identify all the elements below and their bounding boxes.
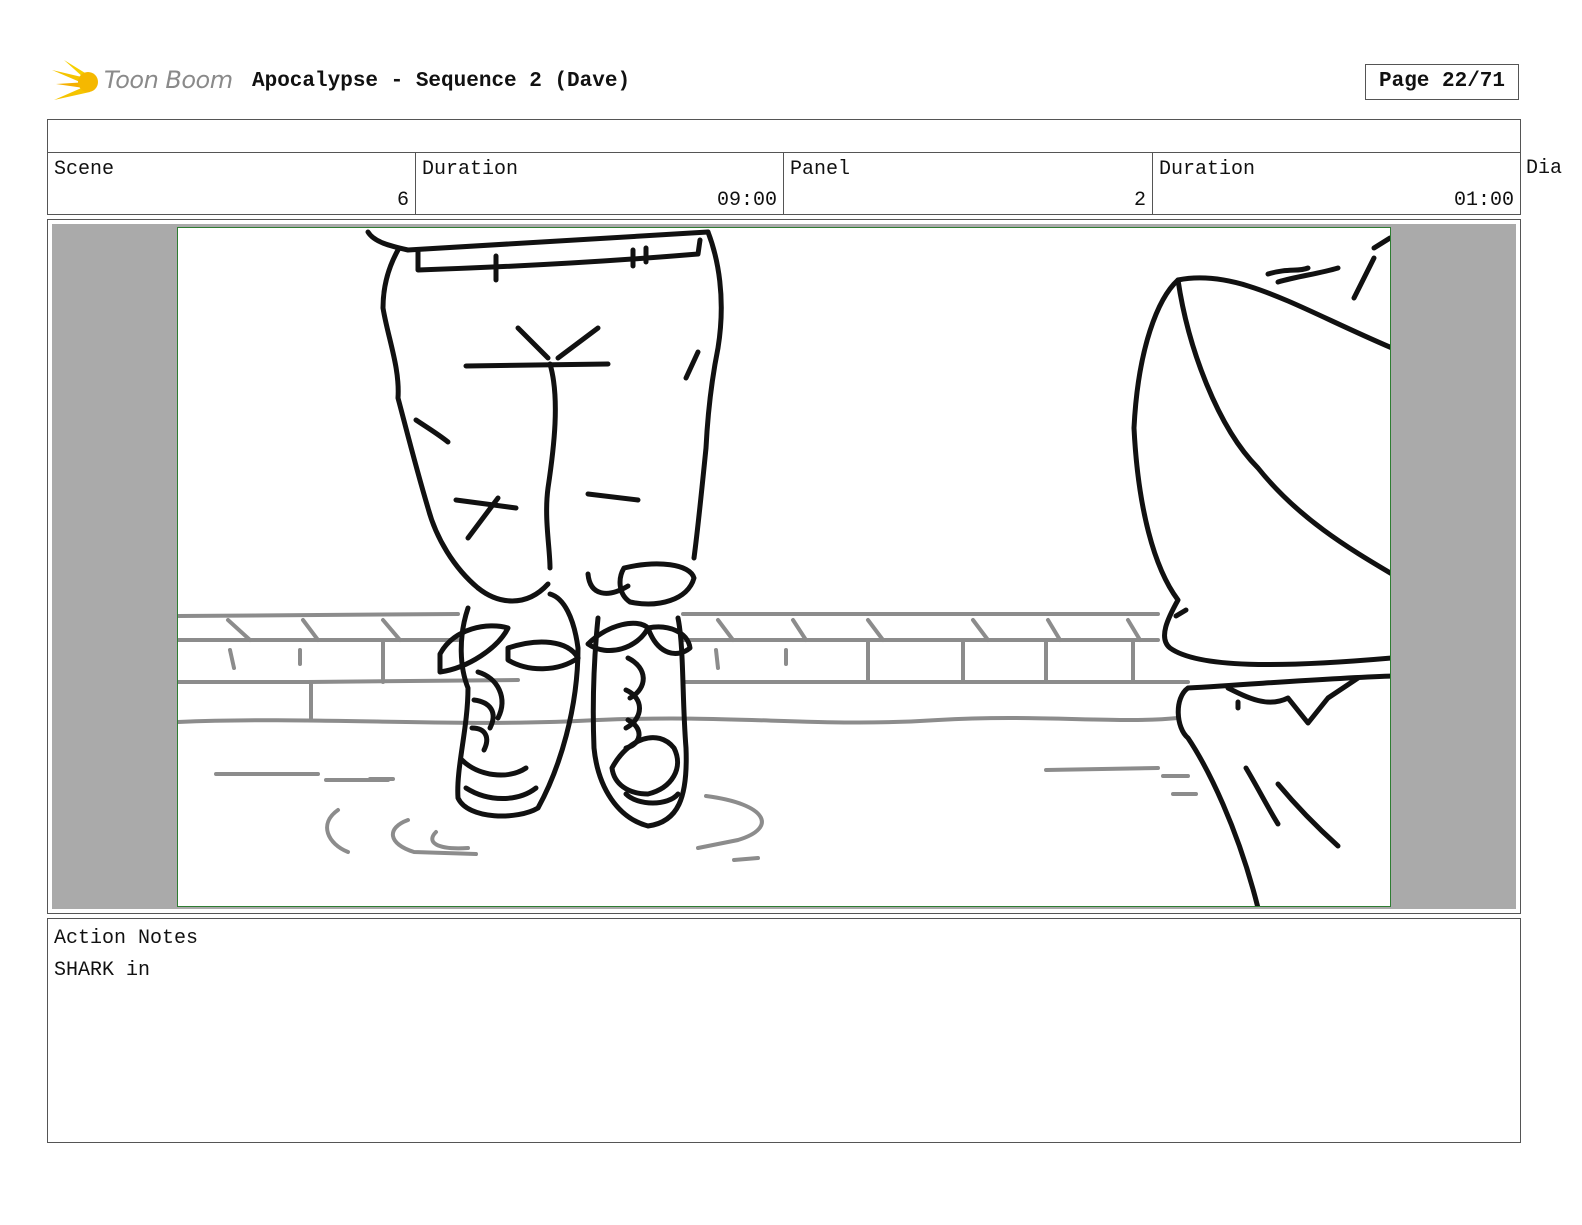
action-notes-box: Action Notes SHARK in xyxy=(47,918,1521,1143)
scene-value: 6 xyxy=(396,189,409,212)
dialogue-label: Dia xyxy=(1526,157,1563,180)
logo-text: Toon Boom xyxy=(104,66,233,94)
panel-cell: Panel 2 xyxy=(784,152,1153,214)
scene-cell: Scene 6 xyxy=(48,152,416,214)
page-number: Page 22/71 xyxy=(1365,64,1519,100)
action-notes-label: Action Notes xyxy=(54,927,199,950)
info-table: Scene 6 Duration 09:00 Panel 2 Duration … xyxy=(47,119,1521,215)
storyboard-panel xyxy=(177,227,1391,907)
action-notes-text: SHARK in xyxy=(54,959,151,982)
panel-value: 2 xyxy=(1133,189,1146,212)
scene-duration-cell: Duration 09:00 xyxy=(416,152,784,214)
page-title: Apocalypse - Sequence 2 (Dave) xyxy=(252,70,631,93)
scene-label: Scene xyxy=(54,158,115,181)
panel-duration-label: Duration xyxy=(1159,158,1256,181)
panel-label: Panel xyxy=(790,158,851,181)
panel-duration-value: 01:00 xyxy=(1453,189,1514,212)
panel-duration-cell: Duration 01:00 xyxy=(1153,152,1520,214)
scene-duration-label: Duration xyxy=(422,158,519,181)
scene-duration-value: 09:00 xyxy=(716,189,777,212)
panel-sketch xyxy=(178,229,1390,906)
info-blank-row xyxy=(48,120,1520,153)
